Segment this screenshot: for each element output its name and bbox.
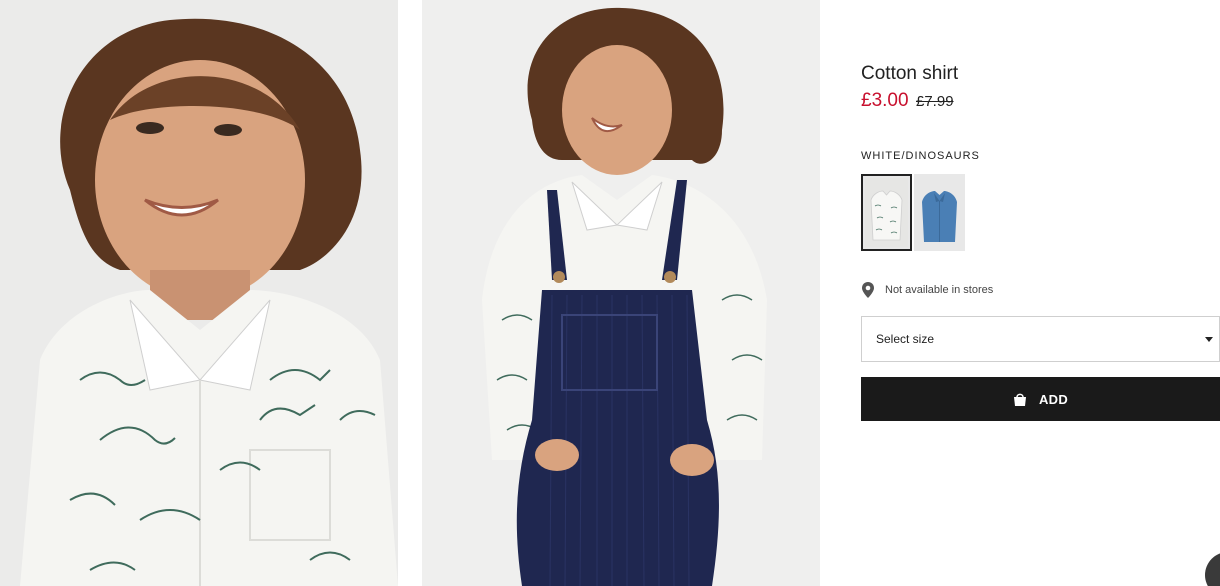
swatch-denim-blue-image (914, 174, 965, 251)
price-row: £3.00 £7.99 (861, 90, 954, 112)
original-price: £7.99 (916, 93, 954, 110)
product-page: Cotton shirt £3.00 £7.99 WHITE/DINOSAURS (0, 0, 1220, 586)
product-image-closeup-graphic (0, 0, 398, 586)
color-swatches (861, 174, 965, 251)
sale-price: £3.00 (861, 90, 909, 111)
store-availability: Not available in stores (861, 282, 993, 298)
add-to-bag-button[interactable]: ADD (861, 377, 1220, 421)
size-select[interactable]: Select size (861, 316, 1220, 362)
add-button-label: ADD (1038, 391, 1069, 407)
swatch-white-dinosaurs-image (865, 178, 908, 247)
product-info-panel: Cotton shirt £3.00 £7.99 WHITE/DINOSAURS (861, 0, 1220, 586)
product-image-outfit-graphic (422, 0, 820, 586)
product-image-closeup[interactable] (0, 0, 398, 586)
store-availability-text: Not available in stores (885, 284, 994, 296)
bag-icon (1013, 392, 1027, 406)
product-image-outfit[interactable] (422, 0, 820, 586)
swatch-denim-blue[interactable] (914, 174, 965, 251)
selected-color-name: WHITE/DINOSAURS (861, 150, 980, 162)
product-title: Cotton shirt (861, 63, 959, 84)
swatch-white-dinosaurs[interactable] (861, 174, 912, 251)
chevron-down-icon (1205, 336, 1213, 342)
pin-icon (861, 282, 875, 298)
size-select-label: Select size (876, 332, 935, 346)
